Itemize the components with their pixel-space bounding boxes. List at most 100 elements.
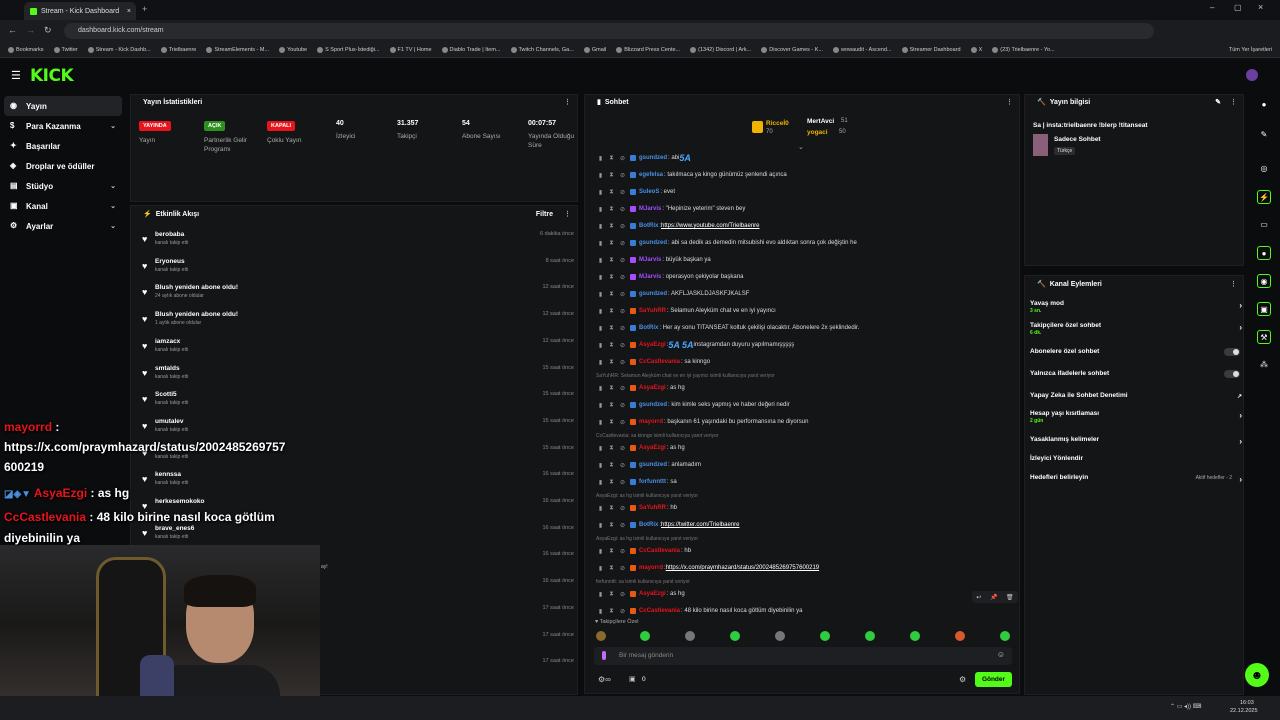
edit-icon[interactable]: ✎ <box>1215 98 1221 106</box>
timeout-icon[interactable]: ⧗ <box>608 385 615 392</box>
chat-username[interactable]: SaYuhRR <box>639 308 666 314</box>
chat-username[interactable]: SaYuhRR <box>639 505 666 511</box>
ban-icon[interactable]: ⊘ <box>619 402 626 409</box>
ban-icon[interactable]: ⊘ <box>619 223 626 230</box>
sidebar-item[interactable]: ▣ Kanal ⌄ <box>0 196 126 216</box>
bookmark-item[interactable]: Diablo Trade | Item... <box>441 46 501 53</box>
channel-action-row[interactable]: Yapay Zeka ile Sohbet Denetimi ↗ <box>1030 392 1242 410</box>
ban-icon[interactable]: ⊘ <box>619 522 626 529</box>
bookmark-item[interactable]: StreamElements - M... <box>206 46 269 53</box>
pin-icon[interactable]: 📌 <box>990 594 997 601</box>
filter-button[interactable]: Filtre <box>536 211 553 218</box>
timeout-icon[interactable]: ⧗ <box>608 505 615 512</box>
channel-action-row[interactable]: Yavaş mod 3 sn. › <box>1030 300 1242 318</box>
chat-username[interactable]: MJarvis <box>639 274 661 280</box>
chat-username[interactable]: gsundzed <box>639 291 667 297</box>
trash-icon[interactable]: ▮ <box>597 608 604 615</box>
chat-username[interactable]: BotRix <box>639 325 658 331</box>
trash-icon[interactable]: ▮ <box>597 189 604 196</box>
trash-icon[interactable]: ▮ <box>597 505 604 512</box>
ban-icon[interactable]: ⊘ <box>619 479 626 486</box>
trash-icon[interactable]: ▮ <box>597 155 604 162</box>
bolt-icon[interactable]: ⚡ <box>1257 190 1271 204</box>
chat-username[interactable]: gsundzed <box>639 240 667 246</box>
trash-icon[interactable]: ▮ <box>597 522 604 529</box>
chat-username[interactable]: AsyaEzgi <box>639 591 666 597</box>
monitor-icon[interactable]: ▣ <box>1257 302 1271 316</box>
timeout-icon[interactable]: ⧗ <box>608 172 615 179</box>
emote-button[interactable] <box>1000 631 1010 641</box>
timeout-icon[interactable]: ⧗ <box>608 565 615 572</box>
ban-icon[interactable]: ⊘ <box>619 325 626 332</box>
ban-icon[interactable]: ⊘ <box>619 257 626 264</box>
pencil-icon[interactable]: ✎ <box>1257 128 1271 142</box>
bookmark-item[interactable]: (23) Trielbaenre - Yo... <box>992 46 1055 53</box>
minimize-icon[interactable]: – <box>1210 3 1214 12</box>
bookmark-item[interactable]: Streamer Dashboard <box>901 46 961 53</box>
card-icon[interactable]: ▭ <box>1257 218 1271 232</box>
send-button[interactable]: Gönder <box>975 672 1012 687</box>
browser-tab[interactable]: Stream - Kick Dashboard × <box>24 2 136 20</box>
channel-action-row[interactable]: İzleyici Yönlendir <box>1030 455 1242 473</box>
chat-username[interactable]: gsundzed <box>639 462 667 468</box>
back-icon[interactable]: ← <box>8 25 17 35</box>
kick-logo[interactable]: KICK <box>30 66 74 86</box>
chat-username[interactable]: BotRix <box>639 223 658 229</box>
timeout-icon[interactable]: ⧗ <box>608 548 615 555</box>
timeout-icon[interactable]: ⧗ <box>608 522 615 529</box>
trash-icon[interactable]: ▮ <box>597 359 604 366</box>
timeout-icon[interactable]: ⧗ <box>608 223 615 230</box>
toggle-switch[interactable] <box>1224 348 1240 356</box>
chevron-down-icon[interactable]: ⌄ <box>110 222 116 230</box>
ban-icon[interactable]: ⊘ <box>619 189 626 196</box>
ban-icon[interactable]: ⊘ <box>619 462 626 469</box>
emote-button[interactable] <box>820 631 830 641</box>
bookmark-item[interactable]: Twitch Channels, Ga... <box>510 46 574 53</box>
timeout-icon[interactable]: ⧗ <box>608 479 615 486</box>
ban-icon[interactable]: ⊘ <box>619 419 626 426</box>
reload-icon[interactable]: ↻ <box>44 25 52 36</box>
trash-icon[interactable]: ▮ <box>597 240 604 247</box>
ban-icon[interactable]: ⊘ <box>619 342 626 349</box>
timeout-icon[interactable]: ⧗ <box>608 402 615 409</box>
channel-action-row[interactable]: Yasaklanmış kelimeler › <box>1030 436 1242 454</box>
sidebar-item[interactable]: ◉ Yayın <box>4 96 122 116</box>
trash-icon[interactable]: ▮ <box>597 445 604 452</box>
trash-icon[interactable]: ▮ <box>597 402 604 409</box>
channel-action-row[interactable]: Takipçilere özel sohbet 6 dk. › <box>1030 322 1242 340</box>
chat-link[interactable]: https://x.com/praymhazard/status/2002485… <box>666 565 819 571</box>
expand-icon[interactable]: ⌄ <box>798 143 804 151</box>
chevron-right-icon[interactable]: › <box>1239 323 1242 332</box>
chat-username[interactable]: mayorrd <box>639 565 663 571</box>
timeout-icon[interactable]: ⧗ <box>608 608 615 615</box>
ban-icon[interactable]: ⊘ <box>619 274 626 281</box>
chevron-right-icon[interactable]: › <box>1239 437 1242 446</box>
chat-username[interactable]: forfunnttt <box>639 479 666 485</box>
external-link-icon[interactable]: ↗ <box>1237 393 1242 400</box>
emote-button[interactable] <box>640 631 650 641</box>
eye-icon[interactable]: ◎ <box>1257 162 1271 176</box>
user-avatar[interactable] <box>1246 69 1258 81</box>
gift-icon[interactable]: ▣ <box>629 675 636 683</box>
timeout-icon[interactable]: ⧗ <box>608 206 615 213</box>
ban-icon[interactable]: ⊘ <box>619 548 626 555</box>
chat-username[interactable]: MJarvis <box>639 206 661 212</box>
chat-username[interactable]: gsundzed <box>639 402 667 408</box>
bookmark-item[interactable]: Discover Games - K... <box>761 46 823 53</box>
emote-button[interactable] <box>865 631 875 641</box>
chevron-right-icon[interactable]: › <box>1239 301 1242 310</box>
bookmark-item[interactable]: Stream - Kick Dashb... <box>87 46 151 53</box>
timeout-icon[interactable]: ⧗ <box>608 274 615 281</box>
trash-icon[interactable]: ▮ <box>597 565 604 572</box>
sidebar-item[interactable]: ✦ Başarılar <box>0 136 126 156</box>
close-tab-icon[interactable]: × <box>127 8 131 15</box>
chat-bubble-icon[interactable]: ● <box>1257 246 1271 260</box>
more-options-icon[interactable]: ⋮ <box>1230 98 1237 106</box>
chat-username[interactable]: CcCastlevania <box>639 359 680 365</box>
ban-icon[interactable]: ⊘ <box>619 505 626 512</box>
trash-icon[interactable]: ▮ <box>597 548 604 555</box>
ban-icon[interactable]: ⊘ <box>619 608 626 615</box>
more-options-icon[interactable]: ⋮ <box>564 210 571 218</box>
radio-icon[interactable]: ◉ <box>1257 274 1271 288</box>
toggle-switch[interactable] <box>1224 370 1240 378</box>
